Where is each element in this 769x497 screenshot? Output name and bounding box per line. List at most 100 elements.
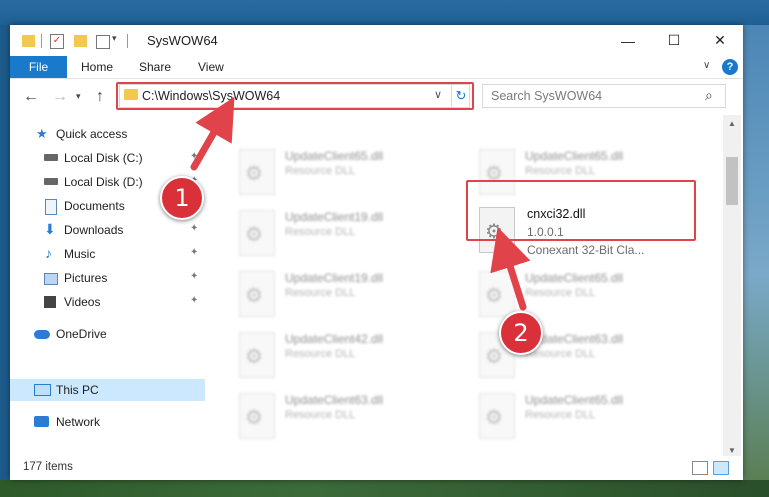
separator — [41, 34, 42, 48]
cloud-icon — [34, 330, 50, 339]
desktop-background-right — [743, 25, 769, 480]
customize-toolbar-icon[interactable] — [96, 35, 110, 49]
sidebar-item-label: Downloads — [64, 223, 124, 237]
pin-icon[interactable]: ✦ — [190, 247, 198, 258]
sidebar-item-downloads[interactable]: ⬇ Downloads ✦ — [10, 219, 205, 241]
scroll-down-icon[interactable]: ▼ — [728, 446, 736, 455]
title-bar: ✓ ▾ SysWOW64 — ☐ ✕ — [10, 25, 743, 56]
pin-icon[interactable]: ✦ — [190, 271, 198, 282]
music-icon: ♪ — [45, 245, 52, 261]
tab-view[interactable]: View — [198, 60, 224, 74]
file-name: UpdateClient65.dll — [285, 149, 384, 163]
file-company: Conexant 32-Bit Cla... — [527, 243, 645, 257]
address-bar-highlight — [116, 82, 474, 110]
drive-icon — [44, 154, 58, 161]
gear-icon: ⚙ — [485, 407, 503, 429]
tab-share[interactable]: Share — [139, 60, 171, 74]
sidebar-item-label: Music — [64, 247, 96, 261]
vertical-scrollbar[interactable]: ▲ ▼ — [723, 115, 741, 460]
file-description: Resource DLL — [285, 348, 356, 360]
sidebar-item-label: Network — [56, 415, 101, 429]
pictures-icon — [44, 273, 58, 285]
help-icon[interactable]: ? — [722, 59, 738, 75]
up-button[interactable]: ↑ — [96, 88, 104, 106]
sidebar-item-music[interactable]: ♪ Music ✦ — [10, 243, 205, 265]
scrollbar-thumb[interactable] — [726, 157, 738, 205]
file-description: Resource DLL — [525, 348, 596, 360]
gear-icon: ⚙ — [485, 285, 503, 307]
file-item[interactable]: ⚙ UpdateClient65.dll Resource DLL — [465, 389, 690, 445]
window-title: SysWOW64 — [147, 33, 218, 48]
pin-icon[interactable]: ✦ — [190, 151, 198, 162]
drive-icon — [44, 178, 58, 185]
file-description: Resource DLL — [525, 409, 596, 421]
status-bar: 177 items — [10, 456, 743, 480]
step-badge-1: 1 — [160, 176, 204, 220]
videos-icon — [44, 296, 56, 308]
sidebar-item-label: Documents — [64, 199, 125, 213]
file-item[interactable]: ⚙ UpdateClient42.dll Resource DLL — [225, 328, 450, 384]
sidebar-item-label: Pictures — [64, 271, 108, 285]
sidebar-item-this-pc[interactable]: This PC — [10, 379, 205, 401]
sidebar-item-label: Videos — [64, 295, 101, 309]
expand-ribbon-icon[interactable]: ∨ — [703, 60, 710, 71]
file-description: Resource DLL — [525, 165, 596, 177]
sidebar-item-pictures[interactable]: Pictures ✦ — [10, 267, 205, 289]
file-list: ⚙ UpdateClient65.dll Resource DLL ⚙ Upda… — [215, 115, 720, 455]
search-placeholder: Search SysWOW64 — [491, 89, 603, 103]
minimize-button[interactable]: — — [605, 25, 651, 56]
search-input[interactable]: Search SysWOW64 ⌕ — [482, 84, 726, 108]
desktop-background-top — [0, 0, 769, 25]
sidebar-item-network[interactable]: Network — [10, 411, 205, 433]
large-icons-view-icon[interactable] — [713, 461, 729, 475]
file-name: UpdateClient65.dll — [525, 271, 624, 285]
file-description: Resource DLL — [285, 226, 356, 238]
gear-icon: ⚙ — [245, 346, 263, 368]
file-name: UpdateClient42.dll — [285, 332, 384, 346]
maximize-button[interactable]: ☐ — [651, 25, 697, 56]
step-badge-2: 2 — [499, 311, 543, 355]
scroll-up-icon[interactable]: ▲ — [728, 119, 736, 128]
sidebar-item-videos[interactable]: Videos ✦ — [10, 291, 205, 313]
sidebar-item-quick-access[interactable]: ★ Quick access — [10, 123, 205, 145]
back-button[interactable]: ← — [23, 88, 39, 106]
details-view-icon[interactable] — [692, 461, 708, 475]
file-name: UpdateClient65.dll — [525, 149, 624, 163]
gear-icon: ⚙ — [245, 407, 263, 429]
file-highlight — [466, 180, 696, 241]
computer-icon — [34, 384, 51, 396]
sidebar-item-label: Local Disk (D:) — [64, 175, 143, 189]
pin-icon[interactable]: ✦ — [190, 223, 198, 234]
file-item[interactable]: ⚙ UpdateClient65.dll Resource DLL — [225, 145, 450, 201]
file-description: Resource DLL — [285, 287, 356, 299]
gear-icon: ⚙ — [245, 163, 263, 185]
chevron-down-icon[interactable]: ▾ — [112, 33, 117, 49]
tab-file[interactable]: File — [10, 56, 67, 78]
file-name: UpdateClient65.dll — [525, 393, 624, 407]
network-icon — [34, 416, 49, 427]
file-description: Resource DLL — [285, 409, 356, 421]
forward-button[interactable]: → — [52, 88, 68, 106]
sidebar-item-local-disk-c[interactable]: Local Disk (C:) ✦ — [10, 147, 205, 169]
file-name: UpdateClient19.dll — [285, 210, 384, 224]
file-description: Resource DLL — [285, 165, 356, 177]
search-icon[interactable]: ⌕ — [705, 87, 713, 104]
download-icon: ⬇ — [44, 221, 56, 237]
file-item[interactable]: ⚙ UpdateClient19.dll Resource DLL — [225, 206, 450, 262]
file-item[interactable]: ⚙ UpdateClient65.dll Resource DLL — [465, 267, 690, 323]
ribbon-tabs: File Home Share View ∨ ? — [10, 56, 743, 79]
recent-locations-icon[interactable]: ▾ — [76, 91, 81, 102]
gear-icon: ⚙ — [485, 346, 503, 368]
sidebar-item-onedrive[interactable]: OneDrive — [10, 323, 205, 345]
new-folder-icon[interactable] — [74, 35, 87, 47]
pin-icon[interactable]: ✦ — [190, 295, 198, 306]
tab-home[interactable]: Home — [81, 60, 113, 74]
file-item[interactable]: ⚙ UpdateClient63.dll Resource DLL — [225, 389, 450, 445]
file-item[interactable]: ⚙ UpdateClient19.dll Resource DLL — [225, 267, 450, 323]
properties-icon[interactable]: ✓ — [50, 34, 64, 49]
item-count: 177 items — [23, 461, 73, 473]
star-icon: ★ — [36, 126, 48, 141]
document-icon — [45, 199, 57, 215]
separator — [127, 34, 128, 48]
close-button[interactable]: ✕ — [697, 25, 743, 56]
